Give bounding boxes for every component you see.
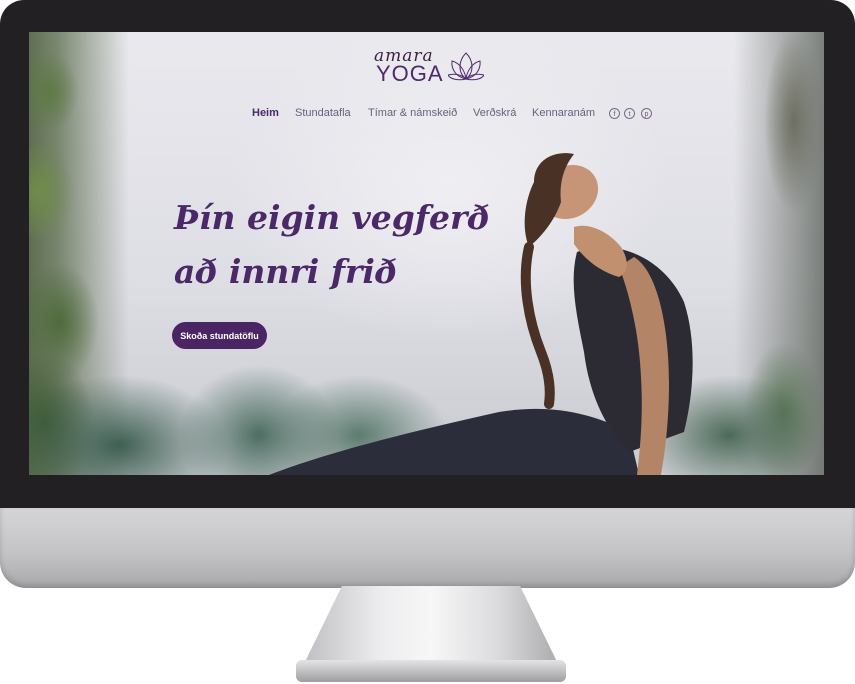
amara-yoga-logo[interactable]: amara YOGA	[370, 46, 490, 86]
yoga-woman-photo	[269, 153, 693, 475]
hero-heading-line1: Þín eigin vegferð	[174, 198, 490, 237]
pinterest-icon[interactable]: p	[641, 108, 652, 119]
monitor-stand-base	[296, 660, 566, 682]
nav-item-verdskra[interactable]: Verðskrá	[473, 107, 516, 119]
monitor-chin	[0, 508, 855, 588]
hero-heading-line2: að innri frið	[174, 252, 397, 291]
logo-wordmark: YOGA	[376, 61, 444, 86]
view-schedule-button[interactable]: Skoða stundatöflu	[172, 322, 267, 349]
nav-item-timar-namskeid[interactable]: Tímar & námskeið	[368, 107, 457, 119]
twitter-icon[interactable]: t	[624, 108, 635, 119]
nav-item-stundatafla[interactable]: Stundatafla	[295, 107, 351, 119]
lotus-icon	[448, 52, 484, 81]
facebook-icon[interactable]: f	[609, 108, 620, 119]
nav-item-heim[interactable]: Heim	[252, 107, 279, 119]
website-screen: amara YOGA Heim Stundatafla Tímar & náms…	[29, 32, 824, 475]
nav-item-kennaranam[interactable]: Kennaranám	[532, 107, 595, 119]
